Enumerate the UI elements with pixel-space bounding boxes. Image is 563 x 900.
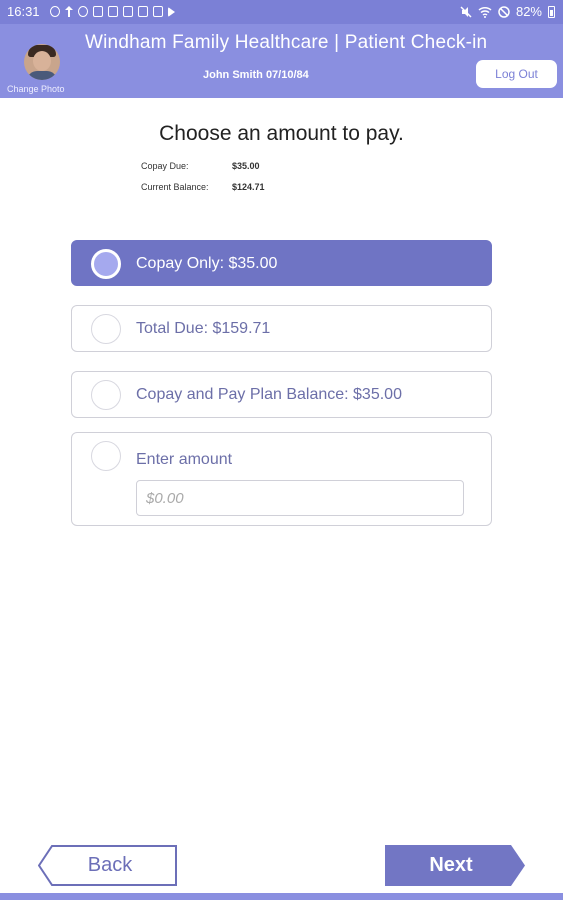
- next-button[interactable]: Next: [385, 845, 525, 886]
- option-label: Copay Only: $35.00: [136, 255, 278, 272]
- option-label: Enter amount: [136, 451, 233, 468]
- logout-button[interactable]: Log Out: [476, 60, 557, 88]
- wifi-icon: [478, 6, 492, 18]
- copay-due-label: Copay Due:: [141, 160, 189, 171]
- image-icon: [108, 6, 118, 17]
- app-title: Windham Family Healthcare | Patient Chec…: [85, 32, 488, 53]
- copay-due-row: Copay Due: $35.00: [141, 155, 265, 176]
- option-copay-only[interactable]: Copay Only: $35.00: [71, 240, 492, 286]
- sync-icon: [78, 6, 88, 17]
- page-title: Choose an amount to pay.: [159, 122, 404, 145]
- radio-copay-and-pay-plan[interactable]: [91, 380, 121, 410]
- current-balance-row: Current Balance: $124.71: [141, 176, 265, 197]
- copay-due-value: $35.00: [232, 160, 260, 171]
- next-button-label: Next: [429, 854, 473, 876]
- option-enter-amount[interactable]: Enter amount: [71, 432, 492, 526]
- current-balance-value: $124.71: [232, 181, 265, 192]
- message-icon: [93, 6, 103, 17]
- app-header: Change Photo Windham Family Healthcare |…: [0, 24, 563, 98]
- system-icons: 82%: [460, 4, 555, 19]
- mute-icon: [460, 5, 472, 18]
- back-button[interactable]: Back: [38, 845, 178, 886]
- option-label: Total Due: $159.71: [136, 320, 271, 337]
- upload-icon: [65, 6, 73, 17]
- battery-icon: [548, 5, 555, 18]
- radio-enter-amount[interactable]: [91, 441, 121, 471]
- option-label: Copay and Pay Plan Balance: $35.00: [136, 386, 402, 403]
- app-icon: [123, 6, 133, 17]
- change-photo-link[interactable]: Change Photo: [7, 84, 65, 94]
- notification-dot-icon: [50, 6, 60, 17]
- status-bar: 16:31 82%: [0, 0, 563, 24]
- calendar-icon: [153, 6, 163, 17]
- notification-icons: [50, 6, 175, 17]
- battery-percent: 82%: [515, 4, 542, 19]
- radio-copay-only[interactable]: [91, 249, 121, 279]
- option-copay-and-pay-plan[interactable]: Copay and Pay Plan Balance: $35.00: [71, 371, 492, 418]
- back-button-label: Back: [87, 854, 133, 876]
- status-time: 16:31: [7, 4, 40, 19]
- play-store-icon: [168, 7, 175, 17]
- bluetooth-app-icon: [138, 6, 148, 17]
- payment-summary: Copay Due: $35.00 Current Balance: $124.…: [141, 155, 265, 197]
- bottom-bar: [0, 893, 563, 900]
- do-not-disturb-icon: [498, 5, 510, 18]
- current-balance-label: Current Balance:: [141, 181, 209, 192]
- radio-total-due[interactable]: [91, 314, 121, 344]
- amount-input[interactable]: [136, 480, 464, 516]
- option-total-due[interactable]: Total Due: $159.71: [71, 305, 492, 352]
- patient-info: John Smith 07/10/84: [203, 69, 309, 81]
- avatar[interactable]: [24, 44, 60, 80]
